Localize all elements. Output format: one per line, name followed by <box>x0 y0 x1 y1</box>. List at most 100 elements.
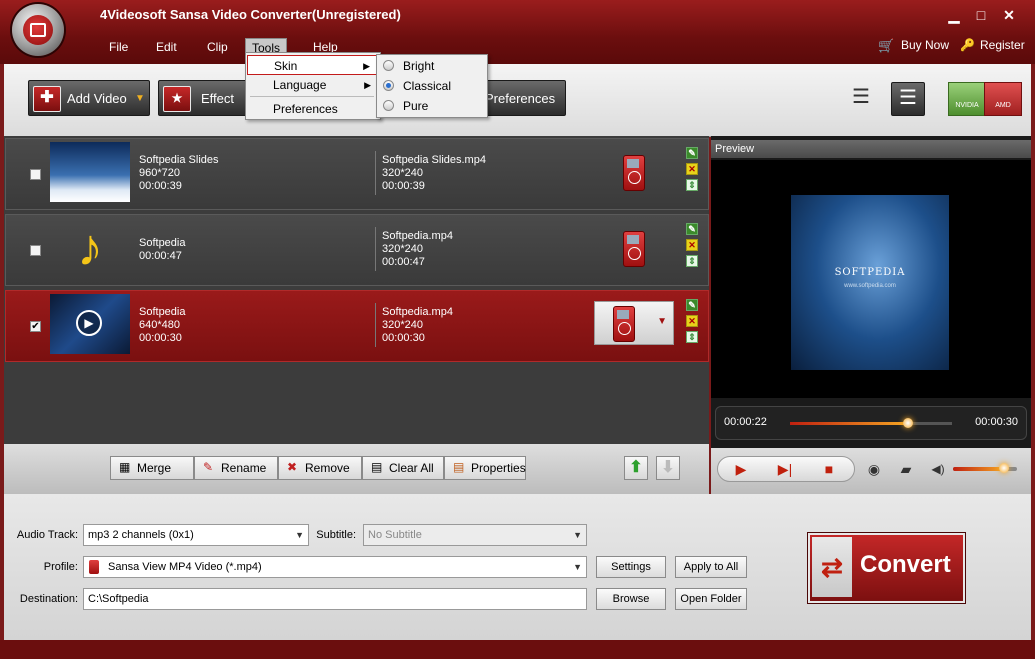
file-row[interactable]: ♪ Softpedia 00:00:47 Softpedia.mp4 320*2… <box>5 214 709 286</box>
file-info: Softpedia 00:00:47 <box>139 237 185 263</box>
skin-option-bright[interactable]: Bright <box>377 56 485 76</box>
volume-slider[interactable] <box>953 463 1017 473</box>
row-actions: ✎ ✕ ⇕ <box>686 223 698 271</box>
list-view-icon[interactable]: ☰ <box>852 86 878 110</box>
convert-button[interactable]: ⇄ Convert <box>807 532 966 604</box>
expand-icon[interactable]: ⇕ <box>686 255 698 267</box>
browse-button[interactable]: Browse <box>596 588 666 610</box>
buy-now-link[interactable]: Buy Now <box>901 38 949 52</box>
delete-icon[interactable]: ✕ <box>686 315 698 327</box>
preview-video[interactable]: SOFTPEDIA www.softpedia.com <box>711 160 1031 398</box>
row-checkbox[interactable] <box>30 169 41 180</box>
convert-label: Convert <box>860 551 951 578</box>
move-up-icon[interactable]: ⬆ <box>624 456 648 480</box>
delete-icon[interactable]: ✕ <box>686 239 698 251</box>
seek-bar[interactable]: 00:00:22 00:00:30 <box>715 406 1027 440</box>
output-duration: 00:00:39 <box>382 180 425 192</box>
detail-view-icon[interactable]: ☰ <box>891 82 925 116</box>
clear-all-button[interactable]: ▤ Clear All <box>362 456 444 480</box>
convert-icon: ⇄ <box>812 537 852 597</box>
effect-button[interactable]: ★ Effect <box>158 80 250 116</box>
device-select[interactable]: ▼ <box>594 301 674 345</box>
merge-button[interactable]: ▦ Merge <box>110 456 194 480</box>
output-name: Softpedia Slides.mp4 <box>382 154 486 166</box>
menu-clip[interactable]: Clip <box>205 38 230 56</box>
rename-button[interactable]: ✎ Rename <box>194 456 278 480</box>
file-duration: 00:00:30 <box>139 332 182 344</box>
destination-label: Destination: <box>19 593 78 605</box>
menu-file[interactable]: File <box>107 38 130 56</box>
preview-label: Preview <box>711 140 1031 158</box>
list-toolbar: ▦ Merge ✎ Rename ✖ Remove ▤ Clear All ▤ Prope… <box>4 444 709 494</box>
expand-icon[interactable]: ⇕ <box>686 179 698 191</box>
properties-button[interactable]: ▤ Properties <box>444 456 526 480</box>
profile-select[interactable]: Sansa View MP4 Video (*.mp4) ▼ <box>83 556 587 578</box>
folder-icon[interactable]: ▰ <box>895 456 917 482</box>
register-link[interactable]: Register <box>980 38 1025 52</box>
add-video-button[interactable]: ✚ Add Video ▼ <box>28 80 150 116</box>
tools-menu-language[interactable]: Language ▶ <box>247 75 377 95</box>
play-overlay-icon[interactable]: ▶ <box>76 310 102 336</box>
device-icon[interactable] <box>623 231 645 267</box>
nvidia-badge[interactable]: NVIDIA <box>948 82 986 116</box>
output-info: Softpedia.mp4 320*240 00:00:30 <box>382 306 453 345</box>
wrench-icon[interactable]: ✎ <box>686 147 698 159</box>
total-time: 00:00:30 <box>975 416 1018 428</box>
play-icon[interactable]: ▶ <box>729 456 753 482</box>
audio-note-icon: ♪ <box>77 219 103 277</box>
maximize-icon[interactable]: □ <box>970 6 992 24</box>
file-duration: 00:00:47 <box>139 250 182 262</box>
close-icon[interactable]: ✕ <box>998 6 1020 24</box>
tools-menu: Skin ▶ Language ▶ Preferences <box>245 52 381 120</box>
file-info: Softpedia Slides 960*720 00:00:39 <box>139 154 219 193</box>
row-divider <box>375 151 376 195</box>
amd-badge[interactable]: AMD <box>984 82 1022 116</box>
seek-track[interactable] <box>790 418 952 428</box>
chevron-down-icon: ▼ <box>657 316 667 327</box>
snapshot-icon[interactable]: ◉ <box>863 456 885 482</box>
subtitle-select[interactable]: No Subtitle ▼ <box>363 524 587 546</box>
seek-progress <box>790 422 908 425</box>
skin-option-classical[interactable]: Classical <box>377 76 485 96</box>
row-divider <box>375 303 376 347</box>
open-folder-button[interactable]: Open Folder <box>675 588 747 610</box>
file-row-selected[interactable]: ✔ ▶ Softpedia 640*480 00:00:30 Softpedia… <box>5 290 709 362</box>
seek-handle[interactable] <box>903 418 913 428</box>
tools-menu-preferences[interactable]: Preferences <box>247 99 377 119</box>
volume-handle[interactable] <box>999 463 1009 473</box>
settings-button[interactable]: Settings <box>596 556 666 578</box>
expand-icon[interactable]: ⇕ <box>686 331 698 343</box>
output-settings: Audio Track: mp3 2 channels (0x1) ▼ Subti… <box>4 494 1031 640</box>
stop-icon[interactable]: ■ <box>817 456 841 482</box>
remove-button[interactable]: ✖ Remove <box>278 456 362 480</box>
output-resolution: 320*240 <box>382 167 423 179</box>
tools-menu-skin[interactable]: Skin ▶ <box>247 55 377 75</box>
remove-icon: ✖ <box>287 460 298 474</box>
file-name: Softpedia <box>139 306 186 318</box>
skin-option-pure[interactable]: Pure <box>377 96 485 116</box>
file-resolution: 960*720 <box>139 167 180 179</box>
volume-icon[interactable]: ◀) <box>927 456 949 482</box>
next-frame-icon[interactable]: ▶| <box>773 456 797 482</box>
wrench-icon[interactable]: ✎ <box>686 299 698 311</box>
skin-label: Skin <box>274 59 298 73</box>
delete-icon[interactable]: ✕ <box>686 163 698 175</box>
properties-icon: ▤ <box>453 460 465 474</box>
video-thumbnail: ▶ <box>50 294 130 354</box>
minimize-icon[interactable]: ▁ <box>943 6 965 24</box>
audio-track-select[interactable]: mp3 2 channels (0x1) ▼ <box>83 524 309 546</box>
effect-icon: ★ <box>163 86 191 112</box>
row-checkbox-checked[interactable]: ✔ <box>30 321 41 332</box>
file-row[interactable]: Softpedia Slides 960*720 00:00:39 Softpe… <box>5 138 709 210</box>
destination-input[interactable]: C:\Softpedia <box>83 588 587 610</box>
subtitle-label: Subtitle: <box>316 529 356 541</box>
row-checkbox[interactable] <box>30 245 41 256</box>
skin-submenu: Bright Classical Pure <box>376 54 488 118</box>
device-icon[interactable] <box>623 155 645 191</box>
status-bar <box>0 640 1035 659</box>
menu-edit[interactable]: Edit <box>154 38 179 56</box>
apply-to-all-button[interactable]: Apply to All <box>675 556 747 578</box>
wrench-icon[interactable]: ✎ <box>686 223 698 235</box>
move-down-icon[interactable]: ⬇ <box>656 456 680 480</box>
window-title: 4Videosoft Sansa Video Converter(Unregis… <box>100 7 401 22</box>
